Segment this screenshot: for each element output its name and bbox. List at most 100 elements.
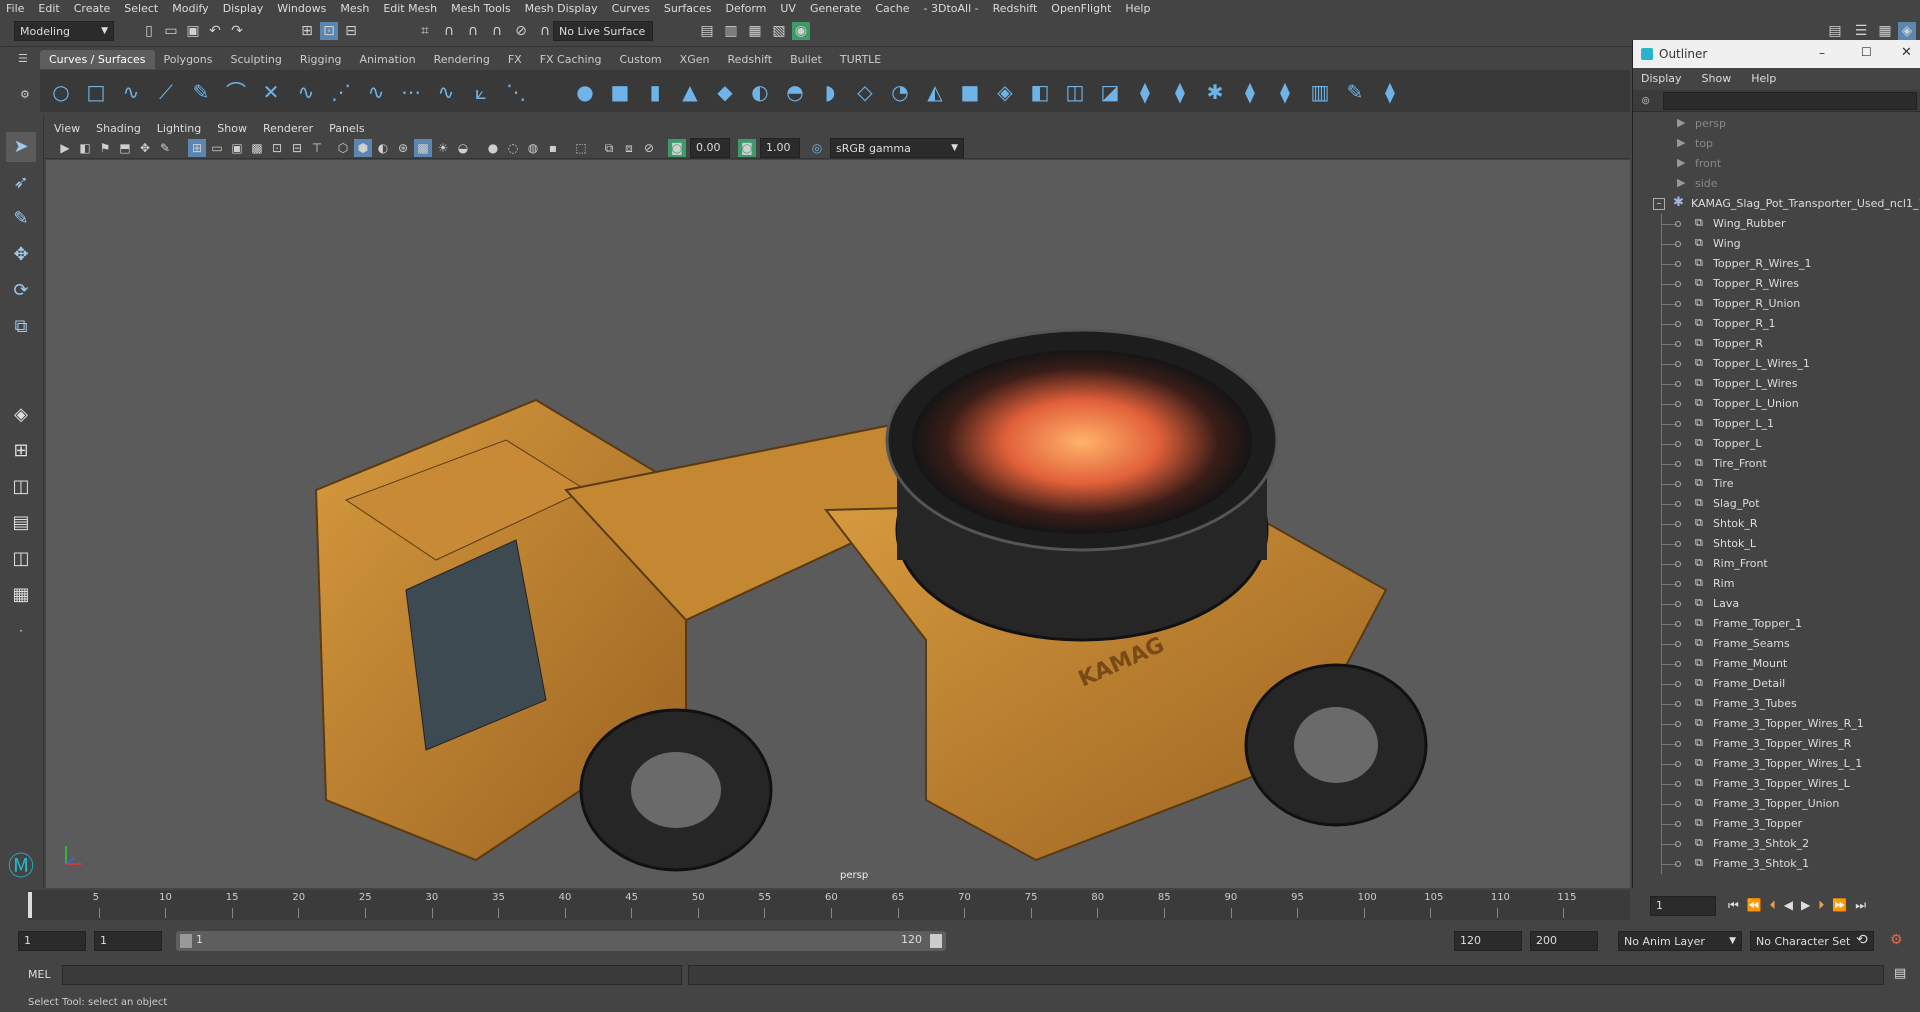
snap-grid-icon[interactable]: ⌗ xyxy=(416,22,434,40)
field-chart-icon[interactable]: ⊡ xyxy=(268,139,286,157)
menu-item[interactable]: UV xyxy=(780,2,796,15)
hypershade-icon[interactable]: ◉ xyxy=(792,22,810,40)
birail-icon[interactable]: ◭ xyxy=(922,80,948,104)
outliner-item[interactable]: ⧉ Topper_L_1 xyxy=(1633,414,1920,434)
menu-item[interactable]: Mesh xyxy=(340,2,369,15)
bezier-curve-icon[interactable]: ✕ xyxy=(258,80,284,104)
menu-item[interactable]: Edit xyxy=(38,2,59,15)
nurbs-cylinder-icon[interactable]: ▮ xyxy=(642,80,668,104)
square-surface-icon[interactable]: ◈ xyxy=(992,80,1018,104)
outliner-item[interactable]: ⧉ Topper_R xyxy=(1633,334,1920,354)
anti-aliasing-icon[interactable]: ◍ xyxy=(524,139,542,157)
xray-joints-icon[interactable]: ⧈ xyxy=(620,139,638,157)
shelf-tab[interactable]: Sculpting xyxy=(221,50,290,69)
exposure-icon[interactable]: ◙ xyxy=(668,139,686,157)
scale-tool-icon[interactable]: ⧉ xyxy=(6,312,36,342)
planar-icon[interactable]: ◇ xyxy=(852,80,878,104)
snap-view-icon[interactable]: ∩ xyxy=(488,22,506,40)
maximize-icon[interactable]: ☐ xyxy=(1861,45,1872,59)
four-view-layout-icon[interactable]: ⊞ xyxy=(6,436,36,466)
play-backwards-icon[interactable]: ◀ xyxy=(1784,898,1793,913)
menu-item[interactable]: Mesh Tools xyxy=(451,2,511,15)
expand-dot-icon[interactable] xyxy=(1675,321,1681,327)
outliner-item[interactable]: ⧉ Topper_R_1 xyxy=(1633,314,1920,334)
expand-dot-icon[interactable] xyxy=(1675,221,1681,227)
shelf-tab[interactable]: XGen xyxy=(671,50,719,69)
outliner-item[interactable]: ⧉ Frame_3_Shtok_2 xyxy=(1633,834,1920,854)
cv-curve-icon[interactable]: ∿ xyxy=(118,80,144,104)
expand-dot-icon[interactable] xyxy=(1675,381,1681,387)
menu-item[interactable]: Cache xyxy=(875,2,909,15)
shelf-tab[interactable]: Curves / Surfaces xyxy=(40,49,155,69)
align-surfaces-icon[interactable]: ⧫ xyxy=(1272,80,1298,104)
outliner-item[interactable]: ⧉ Frame_3_Shtok_1 xyxy=(1633,854,1920,874)
script-language-label[interactable]: MEL xyxy=(28,968,51,981)
default-material-icon[interactable]: ◐ xyxy=(374,139,392,157)
expand-dot-icon[interactable] xyxy=(1675,541,1681,547)
range-end-handle[interactable] xyxy=(930,934,942,948)
safe-action-icon[interactable]: ⊟ xyxy=(288,139,306,157)
go-to-end-icon[interactable]: ⏭ xyxy=(1855,898,1866,913)
outliner-item[interactable]: ⧉ Lava xyxy=(1633,594,1920,614)
outliner-item[interactable]: ⧉ Topper_R_Wires_1 xyxy=(1633,254,1920,274)
mode-dropdown[interactable]: Modeling ▼ xyxy=(14,21,114,41)
playback-start-field[interactable]: 1 xyxy=(94,931,162,951)
attach-surfaces-icon[interactable]: ✱ xyxy=(1202,80,1228,104)
untrim-icon[interactable]: ⧫ xyxy=(1167,80,1193,104)
lasso-tool-icon[interactable]: ➶ xyxy=(6,168,36,198)
expand-dot-icon[interactable] xyxy=(1675,441,1681,447)
outliner-item[interactable]: ⧉ Topper_L xyxy=(1633,434,1920,454)
lights-icon[interactable]: ☀ xyxy=(434,139,452,157)
outliner-item[interactable]: ⧉ Wing_Rubber xyxy=(1633,214,1920,234)
time-slider[interactable]: 1 ⏮ ⏪ ⏴ ◀ ▶ ⏵ ⏩ ⏭ 5 10 15 20 25 30 35 40 45 50 55 6… xyxy=(0,888,1920,922)
render-view-icon[interactable]: ▤ xyxy=(698,22,716,40)
expand-dot-icon[interactable] xyxy=(1675,721,1681,727)
single-perspective-layout-icon[interactable]: ◈ xyxy=(6,400,36,430)
panel-menu-item[interactable]: Shading xyxy=(96,122,141,135)
expand-dot-icon[interactable] xyxy=(1675,301,1681,307)
menu-item[interactable]: Curves xyxy=(612,2,650,15)
depth-of-field-icon[interactable]: ▪ xyxy=(544,139,562,157)
outliner-item[interactable]: ⧉ Frame_Seams xyxy=(1633,634,1920,654)
more-layouts-icon[interactable]: · xyxy=(6,616,36,646)
nurbs-torus-icon[interactable]: ◐ xyxy=(747,80,773,104)
close-icon[interactable]: ✕ xyxy=(1901,45,1912,60)
expand-dot-icon[interactable] xyxy=(1675,261,1681,267)
panel-menu-item[interactable]: Panels xyxy=(329,122,364,135)
outliner-item[interactable]: ⧉ Frame_3_Topper_Wires_L_1 xyxy=(1633,754,1920,774)
textured-icon[interactable]: ▩ xyxy=(414,139,432,157)
menu-item[interactable]: Create xyxy=(74,2,111,15)
attach-curves-icon[interactable]: ∿ xyxy=(293,80,319,104)
range-slider[interactable]: 1 120 xyxy=(176,931,946,951)
nurbs-plane-icon[interactable]: ◆ xyxy=(712,80,738,104)
select-object-icon[interactable]: ⊡ xyxy=(320,22,338,40)
grease-pencil-icon[interactable]: ✎ xyxy=(156,139,174,157)
shelf-tab[interactable]: TURTLE xyxy=(831,50,890,69)
auto-key-icon[interactable]: ⟲ xyxy=(1856,932,1868,948)
collapse-icon[interactable]: – xyxy=(1653,198,1665,210)
menu-item[interactable]: Mesh Display xyxy=(525,2,598,15)
expand-dot-icon[interactable] xyxy=(1675,461,1681,467)
menu-item[interactable]: Help xyxy=(1125,2,1150,15)
trim-tool-icon[interactable]: ⧫ xyxy=(1132,80,1158,104)
expand-dot-icon[interactable] xyxy=(1675,481,1681,487)
command-input[interactable] xyxy=(62,965,682,985)
anim-layer-dropdown[interactable]: No Anim Layer ▼ xyxy=(1618,931,1742,951)
detach-surfaces-icon[interactable]: ⧫ xyxy=(1237,80,1263,104)
outliner-item[interactable]: ⧉ Frame_Mount xyxy=(1633,654,1920,674)
film-gate-icon[interactable]: ▭ xyxy=(208,139,226,157)
step-back-icon[interactable]: ⏪ xyxy=(1747,898,1762,913)
shelf-tab[interactable]: Bullet xyxy=(781,50,831,69)
expand-dot-icon[interactable] xyxy=(1675,281,1681,287)
persp-graph-layout-icon[interactable]: ◫ xyxy=(6,544,36,574)
two-panes-layout-icon[interactable]: ◫ xyxy=(6,472,36,502)
menu-item[interactable]: Edit Mesh xyxy=(383,2,437,15)
outliner-item[interactable]: ⧉ Frame_Detail xyxy=(1633,674,1920,694)
expand-dot-icon[interactable] xyxy=(1675,821,1681,827)
motion-blur-icon[interactable]: ◌ xyxy=(504,139,522,157)
outliner-item[interactable]: ⧉ Frame_3_Topper_Wires_L xyxy=(1633,774,1920,794)
nurbs-sphere-icon[interactable]: ● xyxy=(572,80,598,104)
menu-item[interactable]: Modify xyxy=(172,2,208,15)
shelf-tab[interactable]: FX xyxy=(499,50,531,69)
color-management-icon[interactable]: ◎ xyxy=(808,139,826,157)
